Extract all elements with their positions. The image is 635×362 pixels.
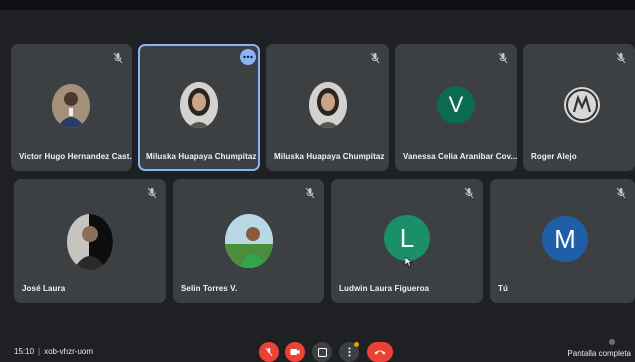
participant-name: José Laura [22,284,66,293]
fullscreen-icon[interactable] [609,339,615,345]
notification-dot [354,342,359,347]
participant-name: Tú [498,284,508,293]
participant-name: Vanessa Celia Aranibar Cov... [403,152,517,161]
participant-avatar [225,214,273,268]
participant-name: Miluska Huapaya Chumpitaz [146,152,257,161]
meeting-info: 15:10 | xob-vhzr-uom [14,347,93,356]
mic-off-icon [616,52,626,64]
participant-avatar [180,82,218,128]
participant-avatar [309,82,347,128]
mic-off-icon [147,187,157,199]
more-vert-icon [348,347,350,357]
hang-up-icon [374,350,386,355]
mic-off-icon [305,187,315,199]
participant-name: Miluska Huapaya Chumpitaz [274,152,385,161]
participant-tile[interactable]: Miluska Huapaya Chumpitaz [266,44,389,171]
participant-tile[interactable]: V Vanessa Celia Aranibar Cov... [395,44,517,171]
leave-call-button[interactable] [367,342,393,362]
participant-name: Victor Hugo Hernandez Cast... [19,152,132,161]
avatar-letter: V [448,92,464,117]
mic-off-icon [616,187,626,199]
participant-name: Ludwin Laura Figueroa [339,284,430,293]
present-button[interactable] [312,342,332,362]
participant-tile-self[interactable]: M Tú [490,179,635,303]
fullscreen-label[interactable]: Pantalla completa [567,349,631,358]
mic-off-icon [498,52,508,64]
mic-toggle-button[interactable] [259,342,279,362]
participant-avatar [52,84,90,128]
participant-tile-active[interactable]: Miluska Huapaya Chumpitaz [138,44,260,171]
mic-off-icon [464,187,474,199]
avatar-letter: M [554,223,576,254]
participant-name: Selin Torres V. [181,284,238,293]
mic-off-icon [370,52,380,64]
camera-off-icon [290,349,300,355]
participant-tile[interactable]: Selin Torres V. [173,179,324,303]
participant-avatar-letter: M [542,216,588,262]
participant-tile[interactable]: José Laura [14,179,166,303]
top-strip [0,0,635,10]
logo-m-icon [564,87,600,123]
participant-tile[interactable]: Roger Alejo [523,44,635,171]
mic-off-icon [113,52,123,64]
participant-avatar [67,214,113,270]
present-icon [317,347,327,357]
more-options-icon[interactable] [240,49,256,65]
participant-avatar-letter: L [384,215,430,261]
participant-tile[interactable]: Victor Hugo Hernandez Cast... [11,44,132,171]
camera-toggle-button[interactable] [285,342,305,362]
avatar-letter: L [399,222,415,253]
mouse-cursor-icon [405,257,413,267]
participant-tile[interactable]: L Ludwin Laura Figueroa [331,179,483,303]
meeting-time: 15:10 [14,347,35,356]
meeting-code: xob-vhzr-uom [44,347,94,356]
participant-avatar-letter: V [437,86,475,124]
bottom-bar: 15:10 | xob-vhzr-uom Pantalla completa [0,336,635,362]
separator: | [38,347,41,356]
participant-name: Roger Alejo [531,152,577,161]
mic-off-icon [265,347,273,357]
more-options-button[interactable] [339,342,359,362]
